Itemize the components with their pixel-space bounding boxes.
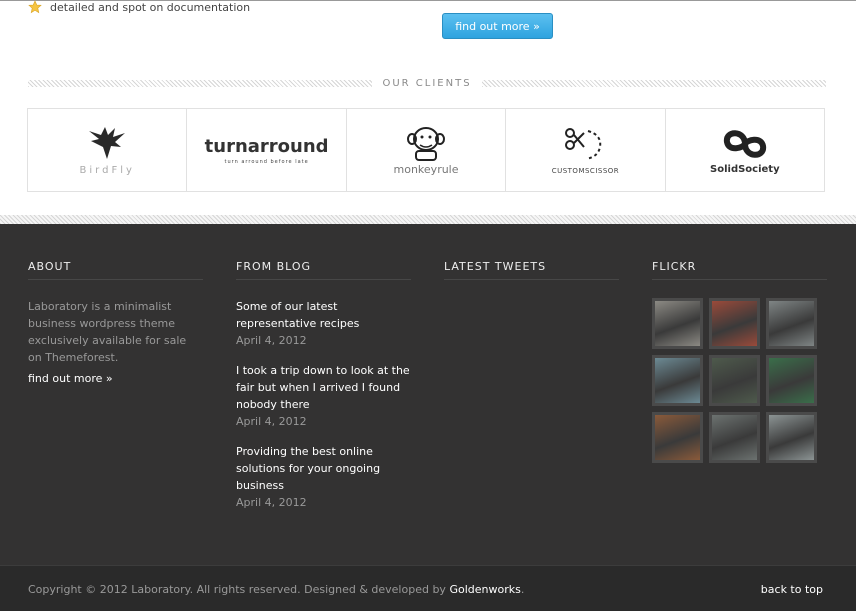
blog-title: FROM BLOG	[236, 260, 411, 280]
blog-post-date: April 4, 2012	[236, 334, 307, 347]
solid-society-icon	[723, 129, 766, 158]
photo-group-green[interactable]	[766, 355, 817, 406]
turnarround-logo: turnarround	[204, 135, 329, 157]
blog-post-date: April 4, 2012	[236, 415, 307, 428]
photo-corridor[interactable]	[766, 412, 817, 463]
client-customscissor[interactable]: CUSTOMSCISSOR	[506, 109, 666, 191]
clients-grid: BirdFly turnarround turn arround before …	[27, 108, 825, 192]
photo-brick-room[interactable]	[652, 412, 703, 463]
blog-column: FROM BLOG Some of our latest representat…	[236, 260, 411, 509]
about-text: Laboratory is a minimalist business word…	[28, 300, 187, 364]
blog-post: Providing the best online solutions for …	[236, 443, 411, 509]
copyright-bar: Copyright © 2012 Laboratory. All rights …	[0, 565, 856, 611]
clients-header: OUR CLIENTS	[28, 75, 827, 91]
client-monkeyrule[interactable]: monkeyrule	[347, 109, 507, 191]
back-to-top-link[interactable]: back to top	[761, 583, 823, 596]
copyright-period: .	[520, 583, 525, 596]
client-birdfly[interactable]: BirdFly	[28, 109, 188, 191]
monkey-icon	[407, 126, 446, 161]
flickr-title: FLICKR	[652, 260, 827, 280]
copyright-label: Copyright © 2012 Laboratory. All rights …	[28, 583, 450, 596]
about-column: ABOUT Laboratory is a minimalist busines…	[28, 260, 203, 385]
author-link[interactable]: Goldenworks	[449, 583, 520, 596]
flickr-photo	[769, 415, 814, 460]
clients-title: OUR CLIENTS	[382, 77, 472, 89]
flickr-photo	[712, 301, 757, 346]
client-tagline: turn arround before late	[224, 158, 309, 165]
blog-post-link[interactable]: Some of our latest representative recipe…	[236, 298, 411, 332]
hatch-divider	[0, 215, 856, 224]
photo-office-room[interactable]	[766, 298, 817, 349]
flickr-grid	[652, 298, 827, 463]
feature-item: detailed and spot on documentation	[28, 0, 250, 14]
photo-presentation[interactable]	[709, 355, 760, 406]
flickr-column: FLICKR	[652, 260, 827, 463]
scissor-icon	[565, 128, 602, 160]
features-section: detailed and spot on documentation find …	[0, 0, 856, 224]
flickr-photo	[712, 358, 757, 403]
flickr-photo	[655, 358, 700, 403]
blog-post-link[interactable]: Providing the best online solutions for …	[236, 443, 411, 494]
about-title: ABOUT	[28, 260, 203, 280]
flickr-photo	[655, 415, 700, 460]
client-solidsociety[interactable]: SolidSociety	[666, 109, 824, 191]
client-turnarround[interactable]: turnarround turn arround before late	[187, 109, 347, 191]
photo-two-men[interactable]	[652, 355, 703, 406]
blog-post: Some of our latest representative recipe…	[236, 298, 411, 347]
blog-post-link[interactable]: I took a trip down to look at the fair b…	[236, 362, 411, 413]
flickr-photo	[769, 358, 814, 403]
flickr-photo	[769, 301, 814, 346]
photo-hallway-red[interactable]	[709, 298, 760, 349]
client-name: CUSTOMSCISSOR	[551, 167, 620, 175]
client-name: BirdFly	[79, 164, 135, 176]
hatch-divider	[28, 79, 373, 87]
photo-people-desk[interactable]	[652, 298, 703, 349]
blog-post: I took a trip down to look at the fair b…	[236, 362, 411, 428]
about-find-out-more-link[interactable]: find out more »	[28, 372, 113, 385]
feature-text: detailed and spot on documentation	[50, 0, 251, 14]
client-name: SolidSociety	[710, 163, 780, 175]
find-out-more-button[interactable]: find out more »	[442, 13, 553, 39]
flickr-photo	[655, 301, 700, 346]
bird-icon	[89, 126, 126, 159]
client-name: monkeyrule	[393, 162, 459, 176]
photo-workspace[interactable]	[709, 412, 760, 463]
tweets-title: LATEST TWEETS	[444, 260, 619, 280]
footer: ABOUT Laboratory is a minimalist busines…	[0, 224, 856, 565]
blog-post-date: April 4, 2012	[236, 496, 307, 509]
copyright-text: Copyright © 2012 Laboratory. All rights …	[28, 583, 524, 596]
star-icon	[28, 0, 42, 14]
hatch-divider	[481, 79, 827, 87]
tweets-column: LATEST TWEETS	[444, 260, 619, 280]
flickr-photo	[712, 415, 757, 460]
